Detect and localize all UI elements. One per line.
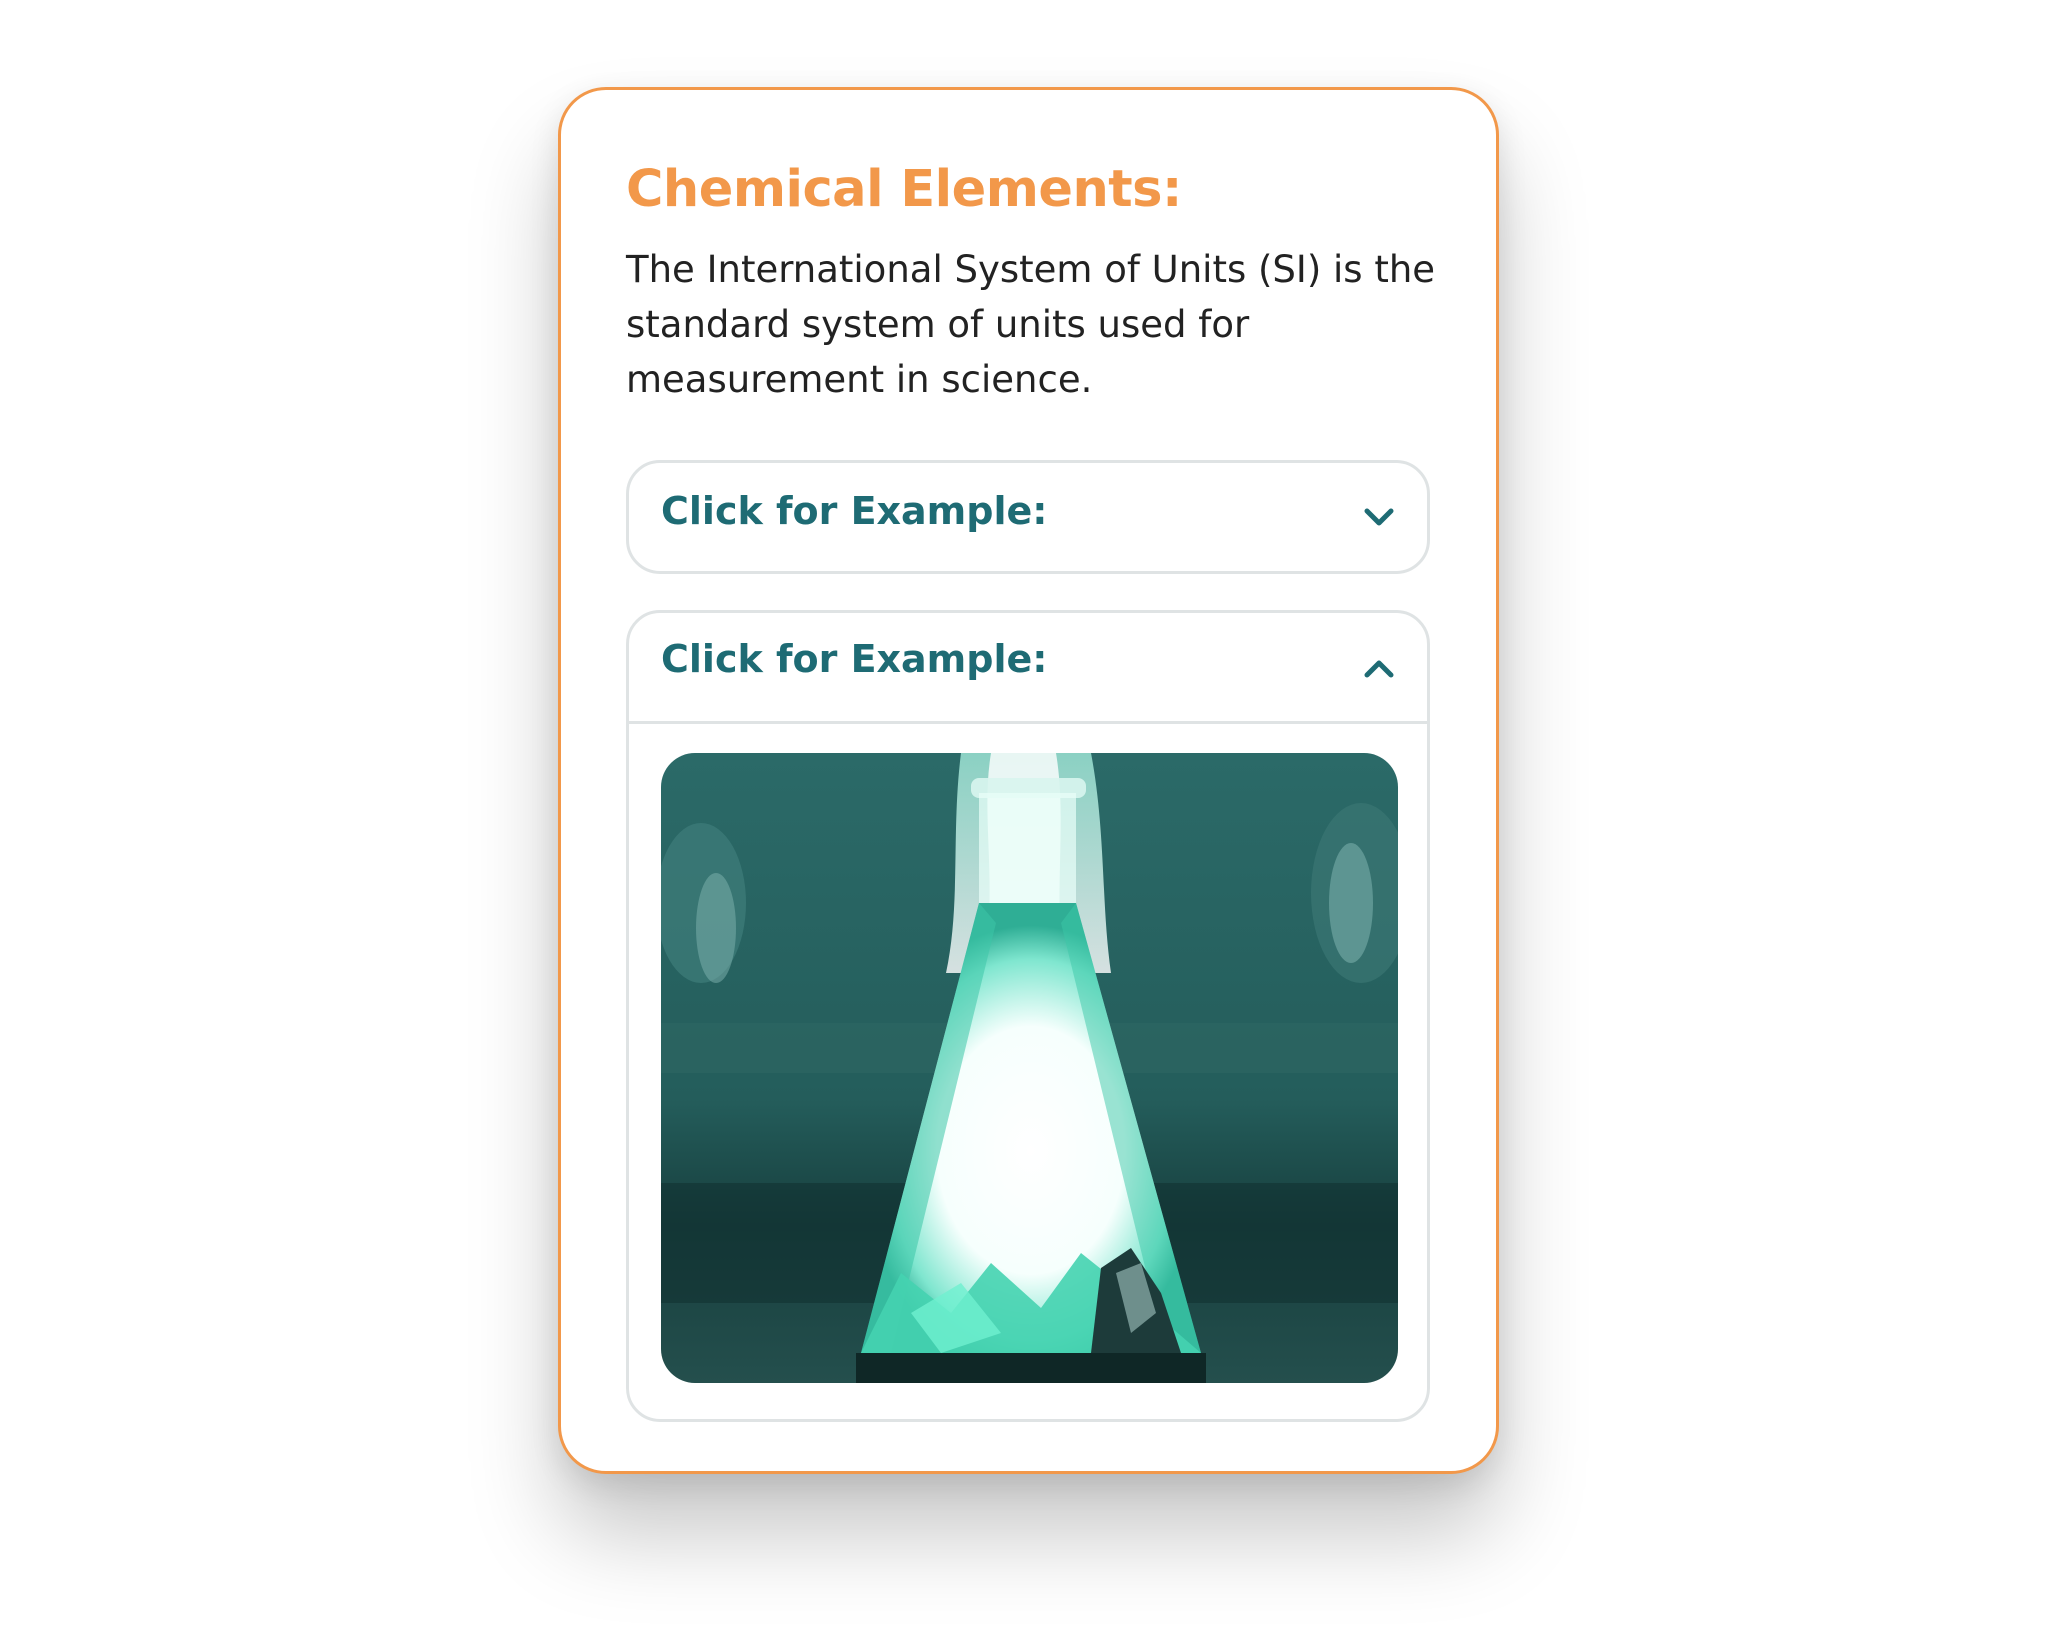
accordion-header-2[interactable]: Click for Example: [629,613,1427,724]
accordion-header-1[interactable]: Click for Example: [629,463,1427,571]
card-title: Chemical Elements: [626,160,1182,219]
flask-reaction-image [661,753,1398,1383]
page: Chemical Elements: The International Sys… [0,0,2048,1638]
chevron-up-icon[interactable] [1355,645,1403,693]
example-accordion-2: Click for Example: [626,610,1430,1422]
chevron-down-icon[interactable] [1355,493,1403,541]
example-accordion-1: Click for Example: [626,460,1430,574]
accordion-label-1: Click for Example: [661,489,1048,533]
info-card: Chemical Elements: The International Sys… [558,87,1499,1474]
accordion-label-2: Click for Example: [661,637,1048,681]
card-description: The International System of Units (SI) i… [626,248,1436,401]
